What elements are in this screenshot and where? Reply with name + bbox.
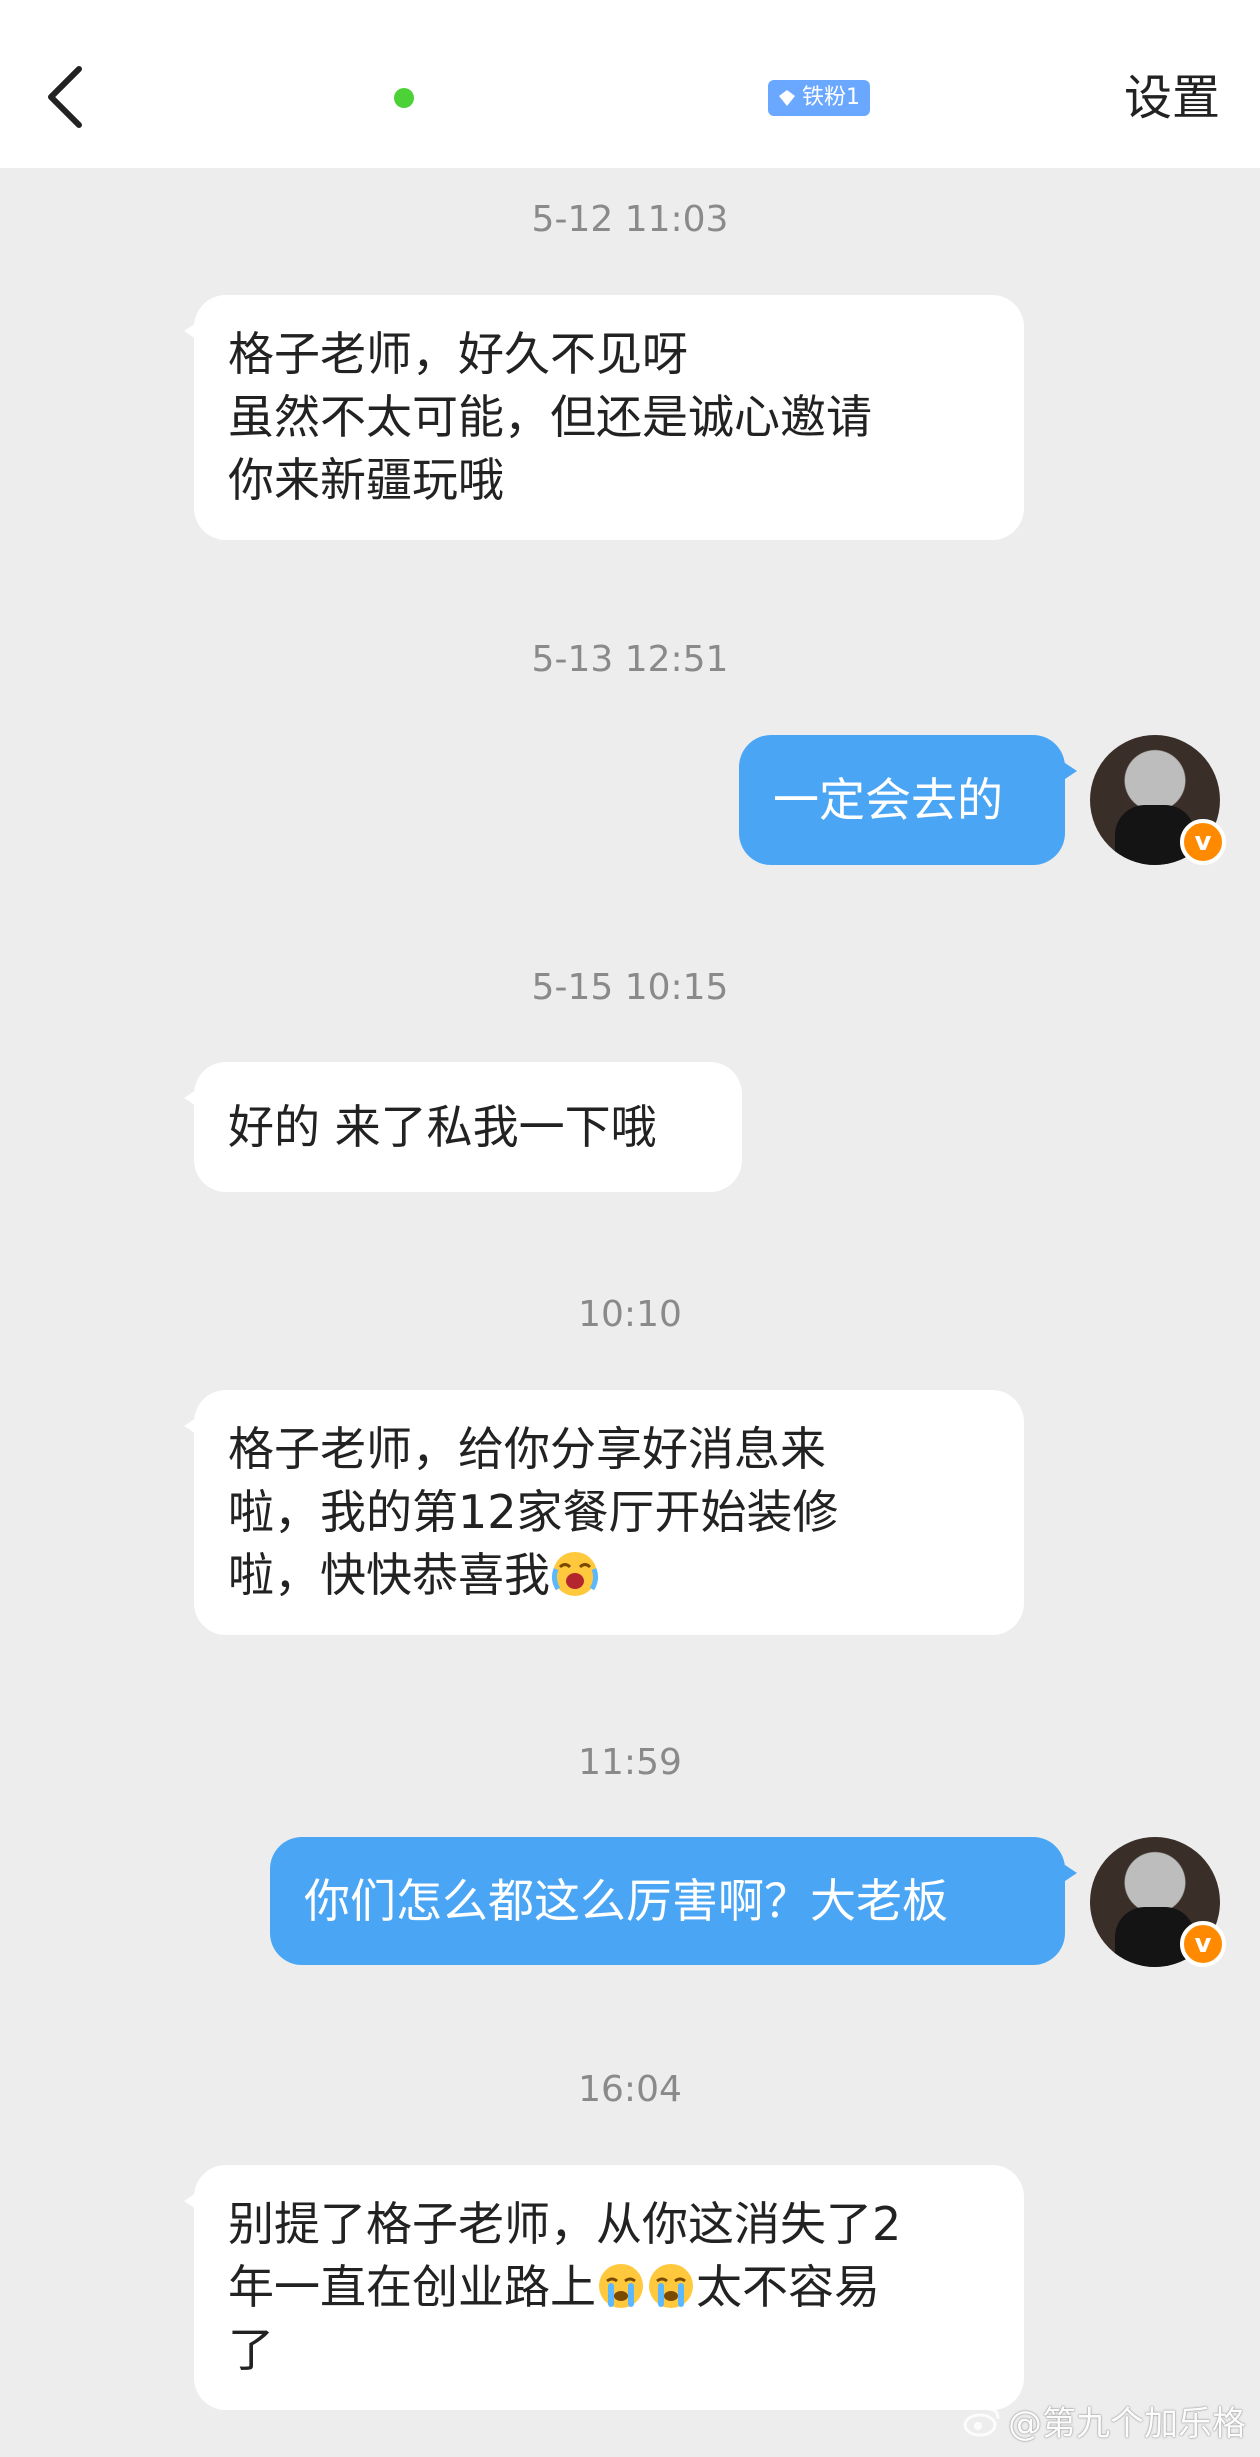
avatar[interactable]: v (1090, 1837, 1226, 1967)
chat-header: 铁粉1 设置 (0, 0, 1260, 168)
timestamp: 5-15 10:15 (531, 967, 729, 1008)
verified-v-icon: v (1180, 1921, 1226, 1967)
message-text: 啦，快快恭喜我 (228, 1548, 550, 1602)
message-line: 格子老师，给你分享好消息来 (228, 1422, 826, 1476)
crying-emoji-icon (649, 2264, 693, 2308)
message-line: 一定会去的 (773, 772, 1003, 827)
diamond-icon (779, 90, 795, 106)
message-line: 啦，快快恭喜我 (228, 1544, 990, 1607)
timestamp: 5-12 11:03 (531, 199, 729, 240)
message-text: 太不容易 (696, 2260, 880, 2314)
fan-level-badge[interactable]: 铁粉1 (768, 80, 870, 116)
timestamp: 11:59 (578, 1742, 682, 1783)
incoming-message-bubble[interactable]: 好的 来了私我一下哦 (184, 1062, 742, 1192)
timestamp: 16:04 (578, 2069, 682, 2110)
watermark: @第九个加乐格 (962, 2396, 1246, 2445)
outgoing-message-bubble[interactable]: 一定会去的 (739, 735, 1077, 865)
avatar[interactable]: v (1090, 735, 1226, 865)
settings-button[interactable]: 设置 (1124, 68, 1220, 128)
timestamp: 10:10 (578, 1294, 682, 1335)
incoming-message-bubble[interactable]: 别提了格子老师，从你这消失了2 年一直在创业路上 太不容易 了 (184, 2165, 1024, 2410)
message-line: 年一直在创业路上 太不容易 (228, 2256, 990, 2319)
message-line: 好的 来了私我一下哦 (228, 1099, 657, 1154)
verified-v-icon: v (1180, 819, 1226, 865)
message-line: 你们怎么都这么厉害啊？大老板 (304, 1873, 948, 1928)
message-line: 虽然不太可能，但还是诚心邀请 (228, 390, 872, 444)
weibo-logo-icon (963, 2407, 1000, 2436)
watermark-text: @第九个加乐格 (1008, 2404, 1246, 2444)
message-line: 了 (228, 2323, 274, 2377)
back-button[interactable] (30, 52, 100, 142)
incoming-message-bubble[interactable]: 格子老师，给你分享好消息来 啦，我的第12家餐厅开始装修 啦，快快恭喜我 (184, 1390, 1024, 1635)
excited-cry-emoji-icon (551, 1552, 599, 1596)
incoming-message-bubble[interactable]: 格子老师，好久不见呀 虽然不太可能，但还是诚心邀请 你来新疆玩哦 (184, 295, 1024, 540)
chevron-left-icon (48, 66, 82, 128)
message-line: 格子老师，好久不见呀 (228, 327, 688, 381)
online-status-dot (394, 88, 414, 108)
message-line: 你来新疆玩哦 (228, 453, 504, 507)
fan-badge-label: 铁粉1 (802, 85, 860, 110)
message-line: 啦，我的第12家餐厅开始装修 (228, 1485, 839, 1539)
outgoing-message-bubble[interactable]: 你们怎么都这么厉害啊？大老板 (270, 1837, 1077, 1965)
message-text: 年一直在创业路上 (228, 2260, 596, 2314)
crying-emoji-icon (599, 2264, 643, 2308)
message-line: 别提了格子老师，从你这消失了2 (228, 2197, 902, 2251)
timestamp: 5-13 12:51 (531, 639, 729, 680)
